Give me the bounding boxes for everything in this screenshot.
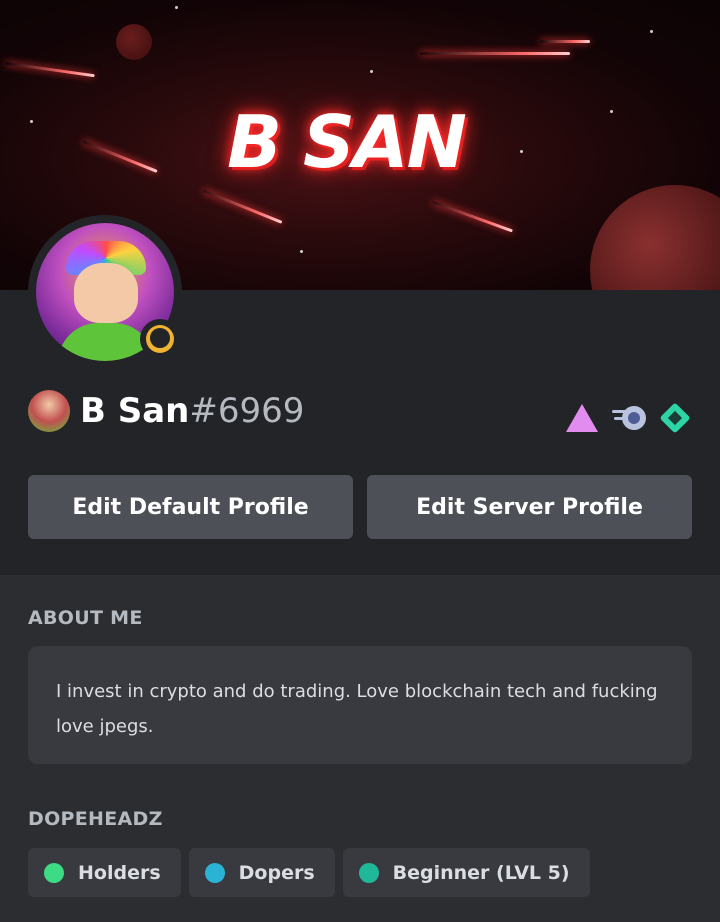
avatar[interactable] [28,215,182,369]
role-color-dot [204,862,225,883]
star [650,30,653,33]
role-name: Dopers [238,861,315,884]
about-me-text: I invest in crypto and do trading. Love … [56,681,658,737]
username: B San [80,391,190,431]
role-name: Holders [78,861,161,884]
idle-status-icon [140,319,180,359]
server-avatar-icon [28,390,70,432]
small-planet [116,24,152,60]
about-me-heading: ABOUT ME [28,607,143,629]
nitro-boost-icon[interactable] [612,404,646,432]
role-color-dot [358,862,379,883]
light-streak [202,189,283,224]
badge-list [566,402,691,434]
hypesquad-diamond-icon[interactable] [659,402,691,434]
light-streak [540,40,590,43]
hypesquad-balance-triangle-icon[interactable] [566,404,598,432]
role-pill[interactable]: Dopers [188,848,335,897]
roles-heading: DOPEHEADZ [28,808,163,830]
red-moon [590,185,720,290]
star [175,6,178,9]
star [370,70,373,73]
light-streak [5,61,95,78]
star [300,250,303,253]
role-color-dot [44,862,64,883]
edit-server-profile-button[interactable]: Edit Server Profile [367,475,692,539]
avatar-face [74,263,138,323]
username-row: B San #6969 [28,388,304,434]
role-name: Beginner (LVL 5) [392,861,570,884]
banner-title: B SAN [227,100,467,184]
role-list: Holders Dopers Beginner (LVL 5) [28,848,590,897]
about-me-box: I invest in crypto and do trading. Love … [28,646,692,764]
role-pill[interactable]: Beginner (LVL 5) [342,848,590,897]
role-pill[interactable]: Holders [28,848,181,897]
light-streak [420,52,570,55]
discriminator: #6969 [189,391,305,431]
light-streak [432,200,513,233]
edit-default-profile-button[interactable]: Edit Default Profile [28,475,353,539]
